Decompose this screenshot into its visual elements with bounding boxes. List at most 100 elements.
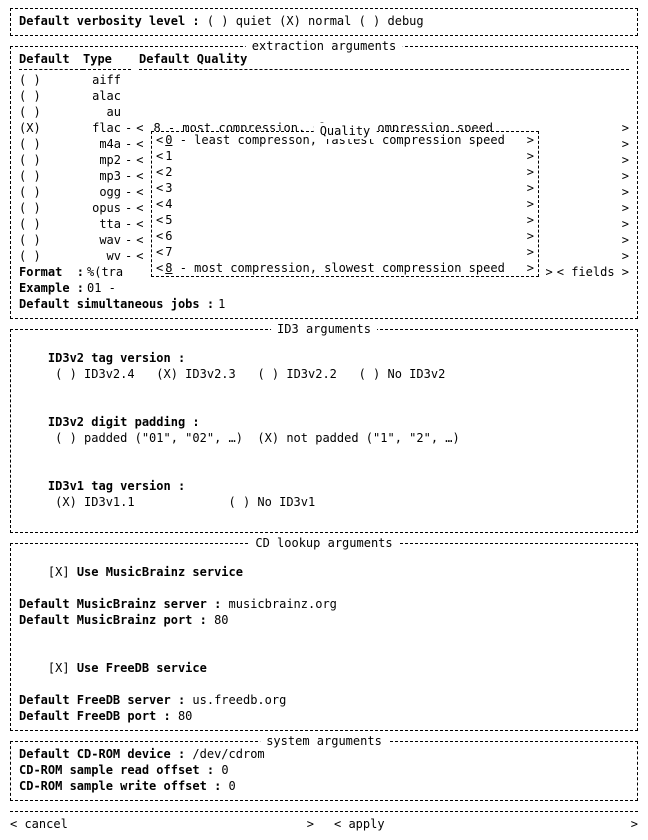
chevron-right-icon: > <box>527 260 534 276</box>
format-value[interactable]: %(tra <box>83 264 139 280</box>
type-radio-aiff[interactable]: ( ) <box>19 72 83 88</box>
type-name-ogg: ogg <box>83 184 121 200</box>
id3v2-option-2[interactable]: ( ) ID3v2.2 <box>236 367 337 381</box>
verbosity-label: Default verbosity level : <box>19 14 200 28</box>
fdb-use-label: Use FreeDB service <box>77 661 207 675</box>
quality-option-1[interactable]: < 1> <box>156 148 534 164</box>
type-row-aiff: ( )aiff <box>19 72 629 88</box>
woff-value[interactable]: 0 <box>229 779 236 793</box>
type-name-flac: flac <box>83 120 121 136</box>
quality-option-4[interactable]: < 4> <box>156 196 534 212</box>
mb-checkbox[interactable]: [X] <box>48 565 77 579</box>
format-label: Format : <box>19 264 83 280</box>
verbosity-box: Default verbosity level : ( ) quiet (X) … <box>10 8 638 36</box>
type-radio-tta[interactable]: ( ) <box>19 216 83 232</box>
jobs-row: Default simultaneous jobs : 1 <box>19 296 629 312</box>
type-name-wav: wav <box>83 232 121 248</box>
chevron-left-icon: < <box>156 260 163 276</box>
quality-option-8[interactable]: <8 - most compression, slowest compressi… <box>156 260 534 276</box>
mb-use-label: Use MusicBrainz service <box>77 565 243 579</box>
chevron-right-icon: > <box>527 196 534 212</box>
quality-option-7[interactable]: < 7> <box>156 244 534 260</box>
id3pad-label: ID3v2 digit padding : <box>48 415 200 429</box>
id3-box: ID3 arguments ID3v2 tag version : ( ) ID… <box>10 329 638 533</box>
type-name-mp2: mp2 <box>83 152 121 168</box>
apply-button[interactable]: < apply> <box>334 816 638 832</box>
fdb-server-value[interactable]: us.freedb.org <box>192 693 286 707</box>
type-radio-flac[interactable]: (X) <box>19 120 83 136</box>
id3pad-option-1[interactable]: (X) not padded ("1", "2", …) <box>243 431 460 445</box>
type-radio-ogg[interactable]: ( ) <box>19 184 83 200</box>
jobs-value[interactable]: 1 <box>214 296 225 312</box>
chevron-right-icon: > <box>527 228 534 244</box>
type-name-alac: alac <box>83 88 121 104</box>
cd-lookup-box: CD lookup arguments [X] Use MusicBrainz … <box>10 543 638 731</box>
type-radio-wv[interactable]: ( ) <box>19 248 83 264</box>
roff-value[interactable]: 0 <box>221 763 228 777</box>
extraction-title: extraction arguments <box>246 38 403 54</box>
system-title: system arguments <box>260 733 388 749</box>
chevron-right-icon: > <box>527 212 534 228</box>
quality-option-2[interactable]: < 2> <box>156 164 534 180</box>
chevron-left-icon: < <box>156 228 163 244</box>
type-radio-alac[interactable]: ( ) <box>19 88 83 104</box>
chevron-left-icon: < <box>156 212 163 228</box>
type-name-m4a: m4a <box>83 136 121 152</box>
type-row-alac: ( )alac <box>19 88 629 104</box>
id3v2-option-3[interactable]: ( ) No ID3v2 <box>337 367 445 381</box>
chevron-right-icon: > <box>527 132 534 148</box>
id3v2-option-1[interactable]: (X) ID3v2.3 <box>135 367 236 381</box>
id3v1-option-1[interactable]: ( ) No ID3v1 <box>135 495 316 509</box>
chevron-right-icon: > <box>527 148 534 164</box>
roff-label: CD-ROM sample read offset : <box>19 763 214 777</box>
mb-port-label: Default MusicBrainz port : <box>19 613 207 627</box>
example-value: 01 - <box>83 280 116 296</box>
chevron-left-icon: < <box>156 148 163 164</box>
quality-option-6[interactable]: < 6> <box>156 228 534 244</box>
mb-server-label: Default MusicBrainz server : <box>19 597 221 611</box>
quality-popup: Quality <0 - least compresson, fastest c… <box>151 131 539 277</box>
quality-popup-title: Quality <box>314 123 377 139</box>
mb-port-value[interactable]: 80 <box>214 613 228 627</box>
fdb-server-label: Default FreeDB server : <box>19 693 185 707</box>
verbosity-option-quiet[interactable]: ( ) quiet <box>207 14 272 28</box>
example-row: Example : 01 - <box>19 280 629 296</box>
chevron-left-icon: < <box>156 244 163 260</box>
verbosity-option-debug[interactable]: ( ) debug <box>351 14 423 28</box>
type-name-au: au <box>83 104 121 120</box>
chevron-right-icon: > <box>527 244 534 260</box>
chevron-right-icon: > <box>527 164 534 180</box>
mb-server-value[interactable]: musicbrainz.org <box>229 597 337 611</box>
fdb-checkbox[interactable]: [X] <box>48 661 77 675</box>
fdb-port-value[interactable]: 80 <box>178 709 192 723</box>
col-default-header: Default <box>19 51 83 67</box>
id3v1-label: ID3v1 tag version : <box>48 479 185 493</box>
col-type-header: Type <box>83 51 139 67</box>
verbosity-option-normal[interactable]: (X) normal <box>272 14 351 28</box>
chevron-right-icon: > <box>527 180 534 196</box>
id3pad-option-0[interactable]: ( ) padded ("01", "02", …) <box>48 431 243 445</box>
type-radio-mp3[interactable]: ( ) <box>19 168 83 184</box>
cd-lookup-title: CD lookup arguments <box>249 535 398 551</box>
fields-button[interactable]: < fields > <box>557 264 629 280</box>
woff-label: CD-ROM sample write offset : <box>19 779 221 793</box>
id3v1-option-0[interactable]: (X) ID3v1.1 <box>48 495 135 509</box>
fdb-port-label: Default FreeDB port : <box>19 709 171 723</box>
chevron-left-icon: < <box>156 132 163 148</box>
example-label: Example : <box>19 280 83 296</box>
type-name-mp3: mp3 <box>83 168 121 184</box>
type-radio-m4a[interactable]: ( ) <box>19 136 83 152</box>
type-radio-mp2[interactable]: ( ) <box>19 152 83 168</box>
type-radio-opus[interactable]: ( ) <box>19 200 83 216</box>
chevron-left-icon: < <box>156 180 163 196</box>
type-radio-wav[interactable]: ( ) <box>19 232 83 248</box>
quality-option-3[interactable]: < 3> <box>156 180 534 196</box>
jobs-label: Default simultaneous jobs : <box>19 296 214 312</box>
cancel-button[interactable]: < cancel> <box>10 816 314 832</box>
system-box: system arguments Default CD-ROM device :… <box>10 741 638 801</box>
quality-option-5[interactable]: < 5> <box>156 212 534 228</box>
type-radio-au[interactable]: ( ) <box>19 104 83 120</box>
id3v2-option-0[interactable]: ( ) ID3v2.4 <box>48 367 135 381</box>
dev-value[interactable]: /dev/cdrom <box>192 747 264 761</box>
type-row-au: ( )au <box>19 104 629 120</box>
